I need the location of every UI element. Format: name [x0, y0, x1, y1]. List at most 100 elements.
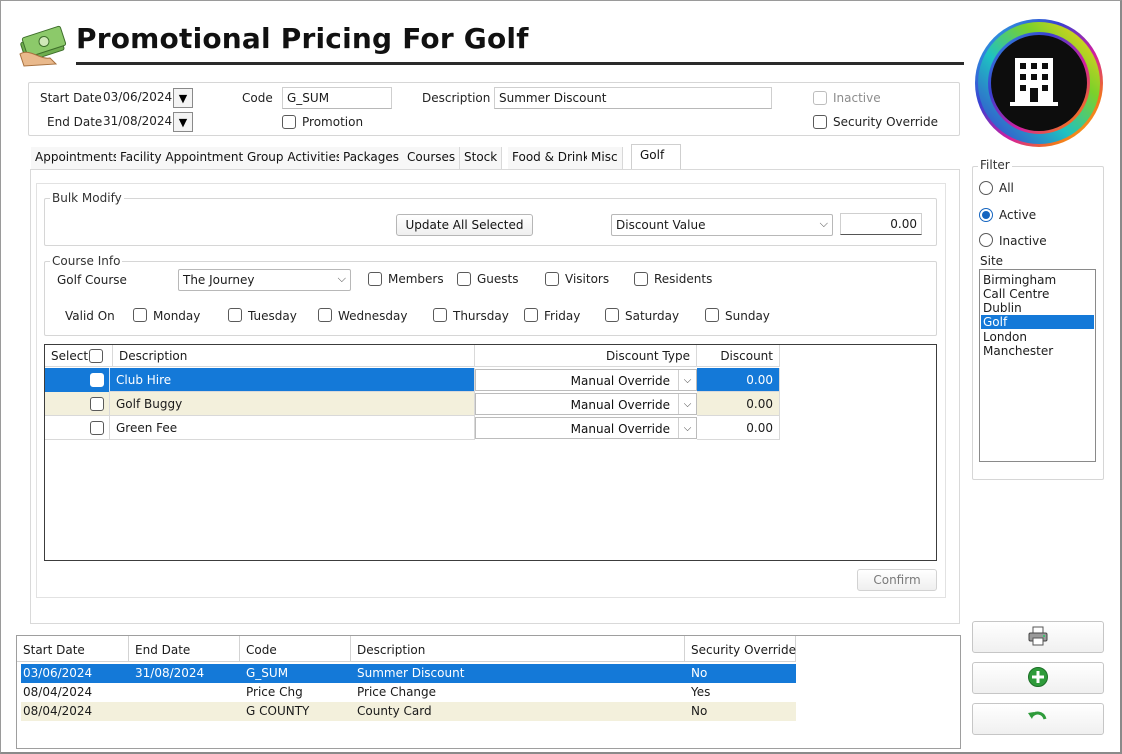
tab-courses[interactable]: Courses	[403, 147, 461, 169]
sunday-checkbox[interactable]	[705, 308, 719, 322]
site-item-dublin[interactable]: Dublin	[981, 301, 1094, 315]
tuesday-checkbox[interactable]	[228, 308, 242, 322]
printer-icon	[1027, 626, 1049, 649]
start-date-value[interactable]: 03/06/2024	[103, 90, 172, 104]
inactive-checkbox[interactable]	[813, 91, 827, 105]
guests-checkbox[interactable]	[457, 272, 471, 286]
security-override-label: Security Override	[833, 115, 939, 129]
tab-group-activities[interactable]: Group Activities	[243, 147, 348, 169]
golf-course-select[interactable]: The Journey ⌵	[178, 269, 351, 291]
chevron-down-icon: ⌵	[819, 217, 828, 230]
confirm-button[interactable]: Confirm	[857, 569, 937, 591]
visitors-checkbox[interactable]	[545, 272, 559, 286]
description-column-header[interactable]: Description	[351, 636, 685, 662]
start-date-label: Start Date	[40, 91, 102, 105]
tab-golf[interactable]: Golf	[631, 144, 681, 170]
row-select-checkbox[interactable]	[90, 397, 104, 411]
site-item-manchester[interactable]: Manchester	[981, 344, 1094, 358]
row-discount-type-value: Manual Override	[570, 374, 670, 388]
promo-security-override: No	[691, 666, 708, 680]
filter-inactive-radio[interactable]	[979, 233, 993, 247]
monday-checkbox[interactable]	[133, 308, 147, 322]
residents-checkbox[interactable]	[634, 272, 648, 286]
code-label: Code	[242, 91, 273, 105]
guests-label: Guests	[477, 272, 519, 286]
add-icon	[1027, 666, 1049, 691]
discount-column-header[interactable]: Discount	[697, 345, 780, 367]
site-item-birmingham[interactable]: Birmingham	[981, 273, 1094, 287]
tab-appointments[interactable]: Appointments	[31, 147, 125, 169]
visitors-label: Visitors	[565, 272, 610, 286]
promotion-label: Promotion	[302, 115, 364, 129]
inactive-label: Inactive	[833, 91, 881, 105]
security-override-checkbox[interactable]	[813, 115, 827, 129]
filter-active-radio[interactable]	[979, 208, 993, 222]
tab-food-drink[interactable]: Food & Drink	[508, 147, 595, 169]
row-select-checkbox[interactable]	[90, 421, 104, 435]
promo-description: Summer Discount	[357, 666, 465, 680]
residents-label: Residents	[654, 272, 713, 286]
row-select-checkbox[interactable]	[90, 373, 104, 387]
items-grid: Select Description Discount Type Discoun…	[44, 344, 937, 561]
saturday-checkbox[interactable]	[605, 308, 619, 322]
members-checkbox[interactable]	[368, 272, 382, 286]
promo-start-date: 08/04/2024	[23, 704, 93, 718]
add-button[interactable]	[972, 662, 1104, 694]
promo-code: G COUNTY	[246, 704, 310, 718]
promo-security-override: Yes	[691, 685, 711, 699]
thursday-checkbox[interactable]	[433, 308, 447, 322]
wednesday-checkbox[interactable]	[318, 308, 332, 322]
site-item-golf[interactable]: Golf	[981, 315, 1094, 329]
tab-packages[interactable]: Packages	[339, 147, 404, 169]
undo-button[interactable]	[972, 703, 1104, 735]
promo-end-date: 31/08/2024	[135, 666, 205, 680]
code-column-header[interactable]: Code	[240, 636, 351, 662]
promotion-checkbox[interactable]	[282, 115, 296, 129]
row-discount-type-value: Manual Override	[570, 422, 670, 436]
promo-start-date: 08/04/2024	[23, 685, 93, 699]
filter-all-label: All	[999, 181, 1014, 195]
site-listbox[interactable]: Birmingham Call Centre Dublin Golf Londo…	[979, 269, 1096, 462]
row-discount-type-value: Manual Override	[570, 398, 670, 412]
print-button[interactable]	[972, 621, 1104, 653]
promo-start-date: 03/06/2024	[23, 666, 93, 680]
chevron-down-icon: ⌵	[337, 272, 346, 285]
start-date-column-header[interactable]: Start Date	[17, 636, 129, 662]
tab-stock[interactable]: Stock	[460, 147, 503, 169]
row-discount-value[interactable]: 0.00	[697, 392, 780, 416]
promo-description: County Card	[357, 704, 432, 718]
members-label: Members	[388, 272, 444, 286]
update-all-selected-button[interactable]: Update All Selected	[396, 214, 533, 236]
description-label: Description	[422, 91, 491, 105]
row-discount-value[interactable]: 0.00	[697, 368, 780, 392]
select-all-checkbox[interactable]	[89, 349, 103, 363]
end-date-value[interactable]: 31/08/2024	[103, 114, 172, 128]
promotions-table: Start Date End Date Code Description Sec…	[16, 635, 961, 749]
site-item-london[interactable]: London	[981, 330, 1094, 344]
discount-type-select[interactable]: Discount Value ⌵	[611, 214, 833, 236]
site-item-call-centre[interactable]: Call Centre	[981, 287, 1094, 301]
description-input[interactable]: Summer Discount	[494, 87, 772, 109]
tuesday-label: Tuesday	[248, 309, 297, 323]
friday-checkbox[interactable]	[524, 308, 538, 322]
row-discount-type-select[interactable]: Manual Override ⌵	[475, 417, 697, 439]
tab-facility-appointments[interactable]: Facility Appointments	[116, 147, 255, 169]
code-input[interactable]: G_SUM	[282, 87, 392, 109]
end-date-column-header[interactable]: End Date	[129, 636, 240, 662]
security-override-column-header[interactable]: Security Override	[685, 636, 796, 662]
bulk-discount-value-input[interactable]: 0.00	[840, 213, 922, 235]
golf-course-label: Golf Course	[57, 273, 127, 287]
row-discount-value[interactable]: 0.00	[697, 416, 780, 440]
end-date-dropdown[interactable]: ▼	[173, 112, 193, 132]
discount-type-column-header[interactable]: Discount Type	[475, 345, 697, 367]
monday-label: Monday	[153, 309, 201, 323]
filter-all-radio[interactable]	[979, 181, 993, 195]
building-icon	[972, 16, 1106, 150]
row-discount-type-select[interactable]: Manual Override ⌵	[475, 393, 697, 415]
row-discount-type-select[interactable]: Manual Override ⌵	[475, 369, 697, 391]
description-column-header[interactable]: Description	[113, 345, 475, 367]
start-date-dropdown[interactable]: ▼	[173, 88, 193, 108]
chevron-down-icon: ⌵	[678, 394, 696, 414]
tab-misc[interactable]: Misc	[587, 147, 623, 169]
sunday-label: Sunday	[725, 309, 770, 323]
